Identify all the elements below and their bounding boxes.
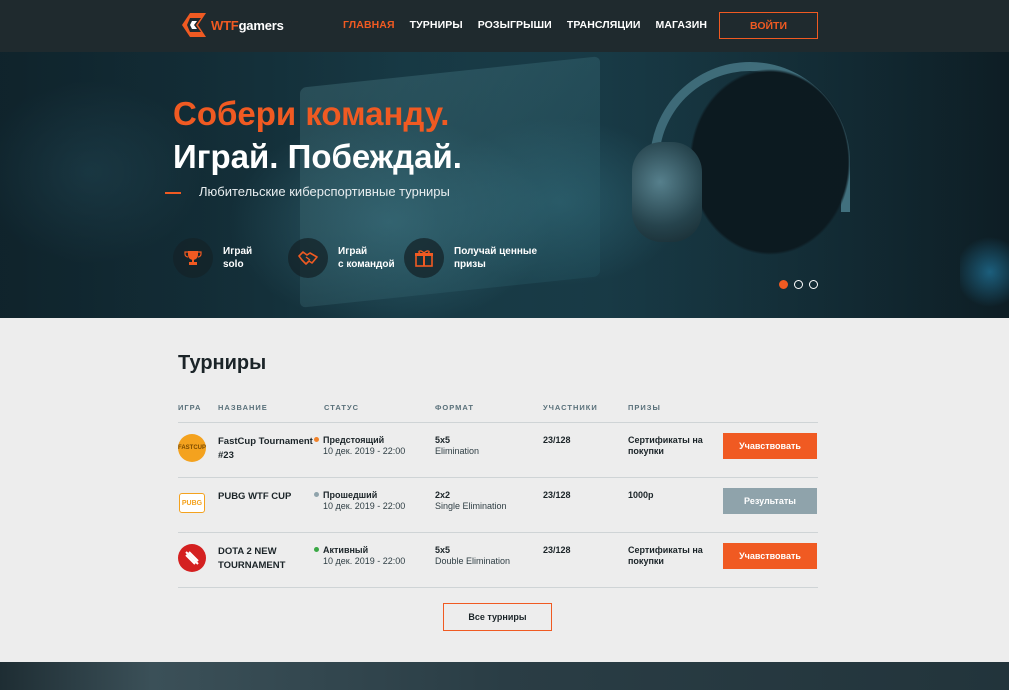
tournament-participants: 23/128 xyxy=(543,435,571,445)
tournament-status: Активный 10 дек. 2019 - 22:00 xyxy=(314,545,424,567)
format-type: Single Elimination xyxy=(435,501,507,511)
nav-item-tournaments[interactable]: ТУРНИРЫ xyxy=(410,19,463,31)
footer-banner-strip xyxy=(0,662,1009,690)
tournament-format: 5x5 Double Elimination xyxy=(435,545,535,567)
tournament-status: Предстоящий 10 дек. 2019 - 22:00 xyxy=(314,435,424,457)
format-size: 5x5 xyxy=(435,435,451,445)
trophy-icon xyxy=(173,238,213,278)
nav-item-home[interactable]: ГЛАВНАЯ xyxy=(343,19,395,31)
feature-prizes-line2: призы xyxy=(454,259,486,270)
status-dot xyxy=(314,547,319,553)
feature-solo: Играй solo xyxy=(173,238,252,278)
hero-title-line1: Собери команду. xyxy=(173,95,450,132)
hero-banner xyxy=(0,52,1009,318)
gift-icon xyxy=(404,238,444,278)
tournament-name[interactable]: DOTA 2 NEW TOURNAMENT xyxy=(218,545,314,573)
tournament-prize: Сертификаты на покупки xyxy=(628,435,703,456)
hero-subtitle: Любительские киберспортивные турниры xyxy=(199,184,450,199)
col-header-status: СТАТУС xyxy=(324,403,360,412)
participate-button[interactable]: Учавствовать xyxy=(723,433,817,459)
top-nav-bar: WTFgamers ГЛАВНАЯ ТУРНИРЫ РОЗЫГРЫШИ ТРАН… xyxy=(0,0,1009,52)
logo-wtf: WTF xyxy=(211,17,239,33)
col-header-format: ФОРМАТ xyxy=(435,403,475,412)
status-date: 10 дек. 2019 - 22:00 xyxy=(323,501,406,511)
status-text: Активный xyxy=(323,545,369,555)
hero-title-line2: Играй. Побеждай. xyxy=(173,138,462,175)
tournament-name[interactable]: FastCup Tournament #23 xyxy=(218,435,314,463)
tournament-status: Прошедший 10 дек. 2019 - 22:00 xyxy=(314,490,424,512)
status-dot xyxy=(314,492,319,498)
logo-gamers: gamers xyxy=(238,17,284,33)
status-dot xyxy=(314,437,319,443)
dota2-icon xyxy=(178,544,206,572)
tournament-name[interactable]: PUBG WTF CUP xyxy=(218,490,314,504)
logo-text: WTFgamers xyxy=(211,18,284,33)
nav-item-streams[interactable]: ТРАНСЛЯЦИИ xyxy=(567,19,641,31)
slider-dots xyxy=(779,280,818,289)
nav-item-shop[interactable]: МАГАЗИН xyxy=(656,19,708,31)
login-button[interactable]: ВОЙТИ xyxy=(719,12,818,39)
feature-team-line1: Играй xyxy=(338,246,368,257)
table-row: FASTCUP FastCup Tournament #23 Предстоящ… xyxy=(178,423,818,478)
status-text: Предстоящий xyxy=(323,435,385,445)
tournament-format: 2x2 Single Elimination xyxy=(435,490,535,512)
tournaments-title: Турниры xyxy=(178,352,267,374)
col-header-name: НАЗВАНИЕ xyxy=(218,403,268,412)
hero-overlay xyxy=(0,52,1009,318)
site-logo[interactable]: WTFgamers xyxy=(178,9,284,41)
results-button[interactable]: Результаты xyxy=(723,488,817,514)
status-date: 10 дек. 2019 - 22:00 xyxy=(323,446,406,456)
handshake-icon xyxy=(288,238,328,278)
slider-dot-3[interactable] xyxy=(809,280,818,289)
feature-prizes: Получай ценные призы xyxy=(404,238,537,278)
hero-subtitle-dash xyxy=(165,192,181,194)
table-row: DOTA 2 NEW TOURNAMENT Активный 10 дек. 2… xyxy=(178,533,818,588)
slider-dot-2[interactable] xyxy=(794,280,803,289)
tournament-prize: 1000р xyxy=(628,490,654,500)
feature-team-line2: с командой xyxy=(338,259,395,270)
feature-team: Играй с командой xyxy=(288,238,395,278)
logo-icon xyxy=(178,9,210,41)
fastcup-icon: FASTCUP xyxy=(178,434,206,462)
col-header-game: ИГРА xyxy=(178,403,202,412)
tournament-participants: 23/128 xyxy=(543,490,571,500)
tournament-format: 5x5 Elimination xyxy=(435,435,535,457)
col-header-prizes: ПРИЗЫ xyxy=(628,403,661,412)
main-nav: ГЛАВНАЯ ТУРНИРЫ РОЗЫГРЫШИ ТРАНСЛЯЦИИ МАГ… xyxy=(343,19,722,31)
format-type: Double Elimination xyxy=(435,556,511,566)
all-tournaments-button[interactable]: Все турниры xyxy=(443,603,552,631)
tournament-participants: 23/128 xyxy=(543,545,571,555)
tournament-prize: Сертификаты на покупки xyxy=(628,545,703,566)
feature-solo-line1: Играй xyxy=(223,246,253,257)
feature-solo-line2: solo xyxy=(223,259,244,270)
format-size: 2x2 xyxy=(435,490,451,500)
slider-dot-1[interactable] xyxy=(779,280,788,289)
pubg-icon: PUBG xyxy=(179,493,205,513)
status-date: 10 дек. 2019 - 22:00 xyxy=(323,556,406,566)
participate-button[interactable]: Учавствовать xyxy=(723,543,817,569)
status-text: Прошедший xyxy=(323,490,378,500)
col-header-participants: УЧАСТНИКИ xyxy=(543,403,598,412)
nav-item-giveaways[interactable]: РОЗЫГРЫШИ xyxy=(478,19,552,31)
format-size: 5x5 xyxy=(435,545,451,555)
format-type: Elimination xyxy=(435,446,480,456)
feature-prizes-line1: Получай ценные xyxy=(454,246,538,257)
table-row: PUBG PUBG WTF CUP Прошедший 10 дек. 2019… xyxy=(178,478,818,533)
